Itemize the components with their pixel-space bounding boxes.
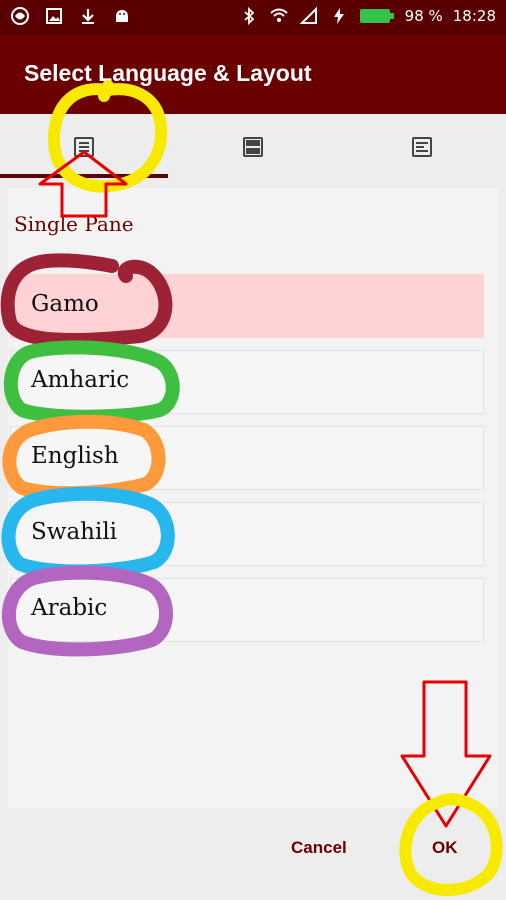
status-bar-left [10,6,132,26]
clock: 18:28 [452,7,496,25]
app-bar: Select Language & Layout [0,34,506,114]
list-pane-icon [412,137,432,157]
cancel-button[interactable]: Cancel [291,838,347,858]
tab-list-pane[interactable] [338,114,506,180]
battery-percent: 98 % [404,7,443,25]
signal-icon [299,6,317,24]
language-item-gamo[interactable]: Gamo [10,274,484,338]
language-label: Swahili [31,519,118,545]
single-pane-icon [74,137,94,157]
language-item-swahili[interactable]: Swahili [10,502,484,566]
language-label: Arabic [31,595,108,621]
double-pane-icon [243,137,263,157]
status-bar: 98 % 18:28 [0,0,506,34]
charging-icon [333,8,344,24]
wifi-icon [269,8,288,22]
layout-tabs [0,114,506,180]
android-icon [116,10,128,22]
app-icon [11,7,29,25]
language-label: Gamo [31,291,99,317]
ok-button[interactable]: OK [432,838,458,858]
tab-single-pane[interactable] [0,114,168,180]
page-title: Select Language & Layout [24,60,312,86]
bluetooth-icon [244,6,254,26]
pane-label: Single Pane [14,212,134,236]
language-label: Amharic [31,367,130,393]
tab-double-pane[interactable] [169,114,337,180]
download-icon [82,9,94,24]
language-item-amharic[interactable]: Amharic [10,350,484,414]
tab-indicator [0,174,168,178]
language-label: English [31,443,119,469]
language-item-english[interactable]: English [10,426,484,490]
language-item-arabic[interactable]: Arabic [10,578,484,642]
battery-icon [359,9,394,23]
status-bar-right: 98 % 18:28 [239,6,496,26]
image-icon [46,8,62,24]
